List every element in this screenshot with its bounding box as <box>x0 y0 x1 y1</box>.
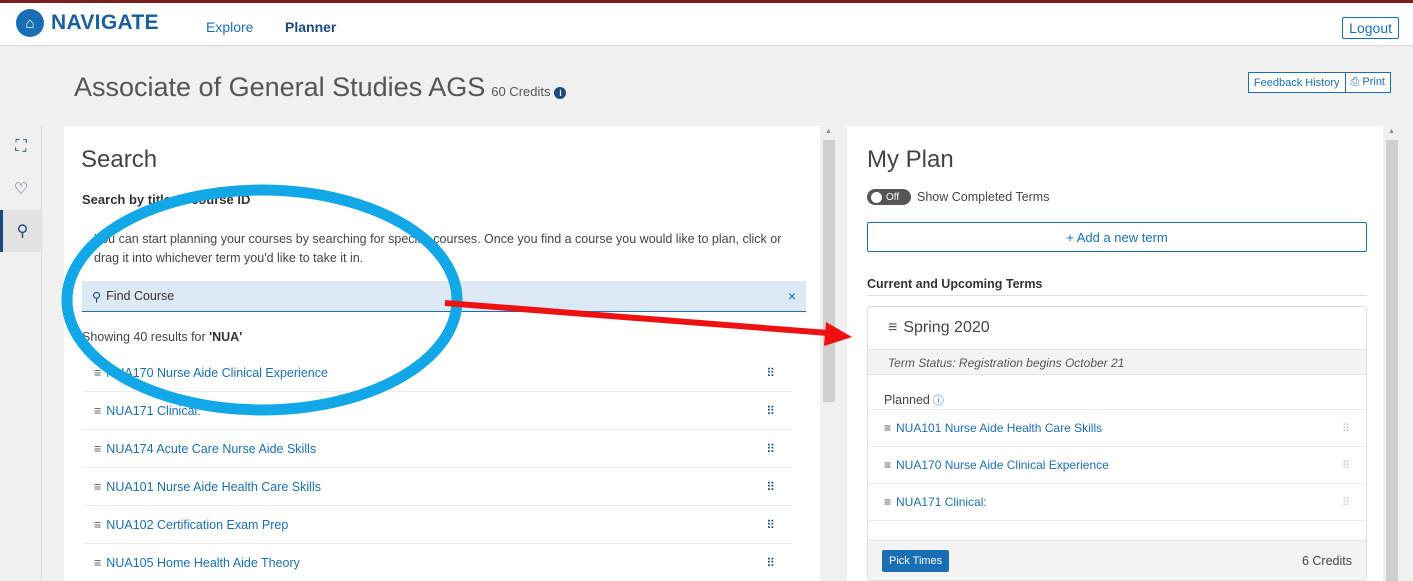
planned-heading: Planned ⓘ <box>884 392 944 408</box>
hamburger-icon: ≡ <box>884 421 892 435</box>
planned-courses-list: ≡ NUA101 Nurse Aide Health Care Skills ⠿… <box>868 409 1366 521</box>
list-item[interactable]: ≡ NUA102 Certification Exam Prep ⠿ <box>82 506 792 544</box>
toggle-label: Show Completed Terms <box>917 190 1050 204</box>
print-button[interactable]: ⎙ Print <box>1345 72 1391 93</box>
drag-handle-icon[interactable]: ⠿ <box>766 480 775 494</box>
list-item[interactable]: ≡ NUA170 Nurse Aide Clinical Experience … <box>868 447 1366 484</box>
university-icon: ⌂ <box>16 9 44 37</box>
term-title[interactable]: ≡ Spring 2020 <box>888 319 990 337</box>
top-bar: ⌂ NAVIGATE Explore Planner Logout <box>0 0 1413 46</box>
course-results-list: ≡ NUA170 Nurse Aide Clinical Experience … <box>82 354 792 581</box>
scroll-up-icon[interactable]: ▲ <box>825 128 832 135</box>
list-item[interactable]: ≡ NUA171 Clinical: ⠿ <box>82 392 792 430</box>
term-status: Term Status: Registration begins October… <box>868 349 1366 375</box>
course-label[interactable]: NUA101 Nurse Aide Health Care Skills <box>106 480 321 494</box>
search-panel: Search Search by title or course ID You … <box>64 126 820 581</box>
hamburger-icon: ≡ <box>884 495 892 509</box>
page-header: Associate of General Studies AGS 60 Cred… <box>74 72 567 103</box>
course-label[interactable]: NUA170 Nurse Aide Clinical Experience <box>896 458 1109 472</box>
search-description: You can start planning your courses by s… <box>94 232 782 265</box>
header-actions: Feedback History ⎙ Print <box>1247 72 1391 93</box>
show-completed-toggle-row: Off Show Completed Terms <box>867 189 1049 205</box>
term-name: Spring 2020 <box>903 319 990 336</box>
results-count: Showing 40 results for 'NUA' <box>82 330 242 344</box>
list-item[interactable]: ≡ NUA101 Nurse Aide Health Care Skills ⠿ <box>868 410 1366 447</box>
search-subtitle: Search by title or course ID <box>82 192 251 207</box>
close-icon[interactable]: × <box>788 288 796 304</box>
drag-handle-icon[interactable]: ⠿ <box>766 556 775 570</box>
drag-handle-icon[interactable]: ⠿ <box>1342 422 1350 435</box>
map-pin-icon: ⛶ <box>15 138 27 155</box>
course-label[interactable]: NUA171 Clinical: <box>106 404 200 418</box>
divider <box>867 295 1367 296</box>
results-prefix: Showing 40 results for <box>82 330 210 344</box>
sidebar-item-map[interactable]: ⛶ <box>0 126 42 168</box>
sidebar-item-search[interactable]: ⚲ <box>0 210 42 252</box>
pick-times-button[interactable]: Pick Times <box>882 549 950 572</box>
search-scrollbar[interactable] <box>823 140 835 402</box>
planned-label: Planned <box>884 393 930 407</box>
term-card: ≡ Spring 2020 Term Status: Registration b… <box>867 306 1367 581</box>
search-icon: ⚲ <box>16 223 29 240</box>
term-footer: Pick Times 6 Credits <box>868 540 1366 580</box>
course-label[interactable]: NUA105 Home Health Aide Theory <box>106 556 300 570</box>
drag-handle-icon[interactable]: ⠿ <box>766 442 775 456</box>
hamburger-icon: ≡ <box>94 365 102 380</box>
plan-scrollbar[interactable] <box>1386 140 1398 581</box>
credits-total: 60 Credits <box>491 84 551 99</box>
info-icon[interactable]: ⓘ <box>933 395 944 407</box>
sidebar: ⛶ ♡ ⚲ <box>0 126 42 581</box>
page-title: Associate of General Studies AGS <box>74 72 486 102</box>
course-label[interactable]: NUA171 Clinical: <box>896 495 987 509</box>
heart-icon: ♡ <box>13 181 29 198</box>
drag-handle-icon[interactable]: ⠿ <box>766 404 775 418</box>
course-label[interactable]: NUA174 Acute Care Nurse Aide Skills <box>106 442 316 456</box>
sidebar-item-favorites[interactable]: ♡ <box>0 168 42 210</box>
list-item[interactable]: ≡ NUA171 Clinical: ⠿ <box>868 484 1366 521</box>
course-label[interactable]: NUA101 Nurse Aide Health Care Skills <box>896 421 1102 435</box>
hamburger-icon: ≡ <box>94 555 102 570</box>
drag-handle-icon[interactable]: ⠿ <box>1342 459 1350 472</box>
toggle-knob <box>871 191 882 203</box>
list-item[interactable]: ≡ NUA170 Nurse Aide Clinical Experience … <box>82 354 792 392</box>
drag-handle-icon[interactable]: ⠿ <box>766 366 775 380</box>
list-item[interactable]: ≡ NUA101 Nurse Aide Health Care Skills ⠿ <box>82 468 792 506</box>
navigate-logo[interactable]: ⌂ NAVIGATE <box>16 9 159 37</box>
hamburger-icon: ≡ <box>94 479 102 494</box>
section-heading: Current and Upcoming Terms <box>867 277 1043 291</box>
results-query: 'NUA' <box>209 330 243 344</box>
search-title: Search <box>81 146 158 173</box>
hamburger-icon: ≡ <box>94 441 102 456</box>
scroll-up-icon[interactable]: ▲ <box>1388 128 1395 135</box>
add-term-button[interactable]: + Add a new term <box>867 222 1367 252</box>
hamburger-icon: ≡ <box>94 403 102 418</box>
nav-explore[interactable]: Explore <box>206 19 253 35</box>
my-plan-panel: My Plan Off Show Completed Terms + Add a… <box>847 126 1383 581</box>
brand-name: NAVIGATE <box>51 11 159 34</box>
list-item[interactable]: ≡ NUA174 Acute Care Nurse Aide Skills ⠿ <box>82 430 792 468</box>
logout-button[interactable]: Logout <box>1342 17 1399 39</box>
list-item[interactable]: ≡ NUA105 Home Health Aide Theory ⠿ <box>82 544 792 581</box>
hamburger-icon: ≡ <box>94 517 102 532</box>
find-course-input[interactable]: ⚲ Find Course × <box>82 281 806 312</box>
toggle-state: Off <box>886 191 900 203</box>
show-completed-toggle[interactable]: Off <box>867 189 911 205</box>
info-icon[interactable]: i <box>554 87 567 99</box>
course-label[interactable]: NUA170 Nurse Aide Clinical Experience <box>106 366 328 380</box>
plan-title: My Plan <box>867 146 954 173</box>
feedback-history-button[interactable]: Feedback History <box>1247 72 1346 93</box>
find-course-placeholder: Find Course <box>106 289 175 303</box>
drag-handle-icon[interactable]: ⠿ <box>1342 496 1350 509</box>
course-label[interactable]: NUA102 Certification Exam Prep <box>106 518 288 532</box>
term-credits: 6 Credits <box>1301 553 1352 568</box>
nav-planner[interactable]: Planner <box>285 19 336 35</box>
hamburger-icon: ≡ <box>888 319 898 336</box>
drag-handle-icon[interactable]: ⠿ <box>766 518 775 532</box>
search-icon: ⚲ <box>92 289 102 304</box>
hamburger-icon: ≡ <box>884 458 892 472</box>
